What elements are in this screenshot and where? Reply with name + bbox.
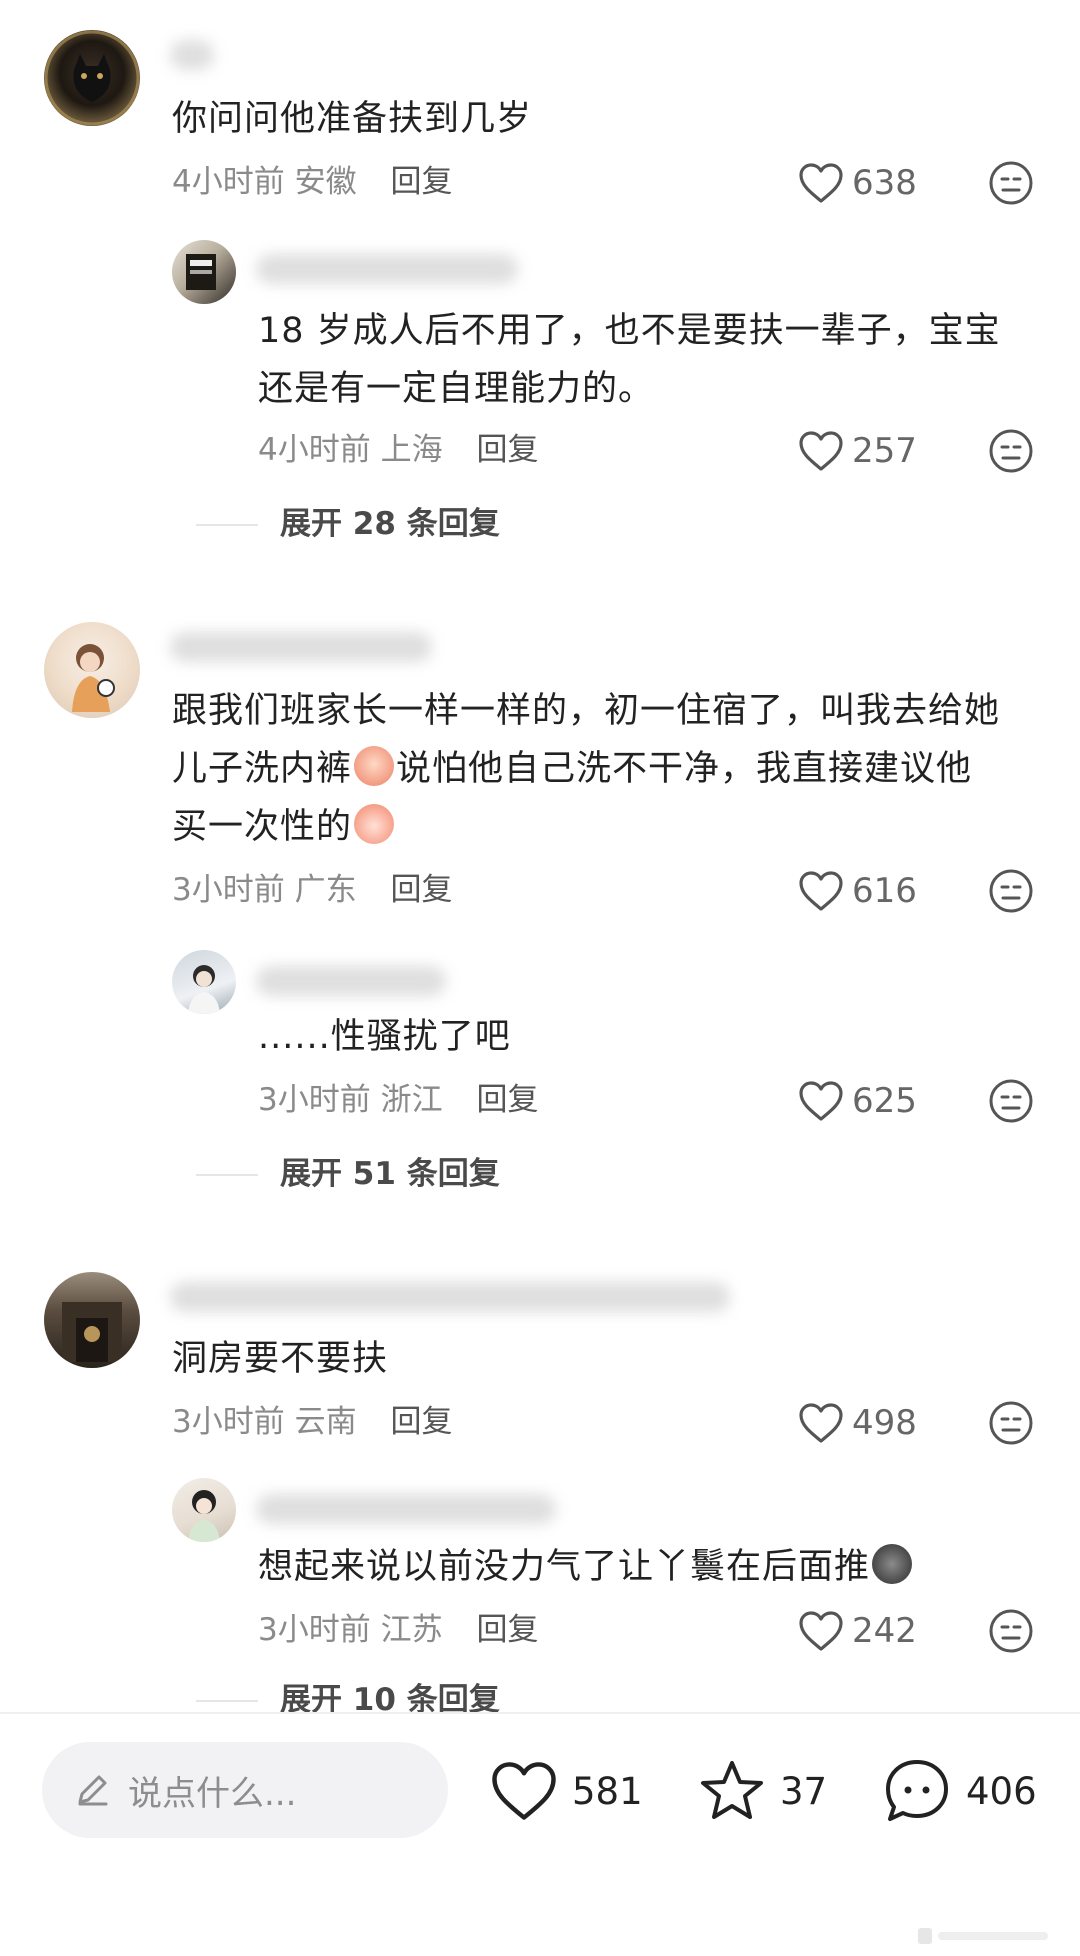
cat-face-icon [872, 1544, 913, 1584]
expand-divider [196, 524, 258, 526]
dislike-face-icon[interactable] [988, 1400, 1034, 1446]
avatar[interactable] [172, 240, 236, 304]
dislike-face-icon[interactable] [988, 428, 1034, 474]
reply-meta: 4小时前 上海 回复 [258, 430, 538, 470]
dislike-face-icon[interactable] [988, 1078, 1034, 1124]
like-count: 257 [852, 431, 917, 471]
reply-text: ......性骚扰了吧 [258, 1017, 511, 1057]
reply-location: 江苏 [380, 1612, 443, 1648]
comment-time: 3小时前 [172, 872, 285, 908]
reply-button[interactable]: 回复 [390, 164, 452, 200]
reply-time: 3小时前 [258, 1082, 371, 1118]
comment-count: 406 [966, 1769, 1037, 1813]
dislike-face-icon[interactable] [988, 868, 1034, 914]
avatar[interactable] [44, 622, 140, 718]
reply-button[interactable]: 回复 [476, 1082, 538, 1118]
reply-text-line-1: 18 岁成人后不用了，也不是要扶一辈子，宝宝 [258, 311, 1001, 351]
reply-button[interactable]: 回复 [476, 432, 538, 468]
comment-meta: 3小时前 广东 回复 [172, 870, 452, 910]
chat-bubble-icon [886, 1760, 948, 1821]
comment-text: 你问问他准备扶到几岁 [172, 99, 533, 139]
heart-icon [799, 163, 843, 203]
like-count: 638 [852, 163, 917, 203]
expand-replies-button[interactable]: 展开 28 条回复 [280, 504, 500, 544]
like-button[interactable]: 638 [798, 158, 917, 208]
username-blurred[interactable] [256, 1494, 556, 1524]
comment-text-line-1: 跟我们班家长一样一样的，初一住宿了，叫我去给她 [172, 691, 1001, 731]
avatar[interactable] [44, 30, 140, 126]
like-button[interactable]: 242 [798, 1606, 917, 1656]
like-count: 616 [852, 871, 917, 911]
username-blurred[interactable] [256, 966, 446, 996]
heart-icon [799, 1611, 843, 1651]
text-segment: 买一次性的 [172, 807, 353, 847]
username-blurred[interactable] [256, 254, 518, 284]
reply-button[interactable]: 回复 [476, 1612, 538, 1648]
heart-icon [799, 1081, 843, 1121]
like-button[interactable]: 616 [798, 866, 917, 916]
reply-button[interactable]: 回复 [390, 872, 452, 908]
comment-time: 3小时前 [172, 1404, 285, 1440]
like-button[interactable]: 257 [798, 426, 917, 476]
avatar[interactable] [172, 1478, 236, 1542]
heart-icon [799, 431, 843, 471]
comment-text-line-3: 买一次性的 [172, 796, 396, 858]
heart-icon [799, 1403, 843, 1443]
dislike-face-icon[interactable] [988, 160, 1034, 206]
comment-input[interactable]: 说点什么... [42, 1742, 448, 1838]
comment-meta: 4小时前 安徽 回复 [172, 162, 452, 202]
avatar[interactable] [44, 1272, 140, 1368]
comment-text: 洞房要不要扶 [172, 1339, 389, 1379]
bottom-bar: 说点什么... 581 37 406 [0, 1712, 1080, 1956]
reply-text-line-2: 还是有一定自理能力的。 [258, 369, 655, 409]
text-segment: 儿子洗内裤 [172, 749, 353, 789]
username-blurred[interactable] [170, 632, 432, 662]
favorite-count: 37 [780, 1769, 828, 1813]
comment-location: 云南 [294, 1404, 357, 1440]
reply-button[interactable]: 回复 [390, 1404, 452, 1440]
favorite-button[interactable]: 37 [698, 1756, 827, 1826]
like-button[interactable]: 625 [798, 1076, 917, 1126]
peach-face-icon [354, 804, 395, 844]
crying-face-icon [354, 746, 395, 786]
like-post-button[interactable]: 581 [490, 1756, 643, 1826]
watermark-logo [918, 1928, 1048, 1944]
comment-time: 4小时前 [172, 164, 285, 200]
expand-replies-button[interactable]: 展开 51 条回复 [280, 1154, 500, 1194]
comments-button[interactable]: 406 [882, 1756, 1037, 1826]
reply-meta: 3小时前 江苏 回复 [258, 1610, 538, 1650]
expand-divider [196, 1700, 258, 1702]
username-blurred[interactable] [170, 40, 214, 70]
comment-text-line-2: 儿子洗内裤 说怕他自己洗不干净，我直接建议他 [172, 738, 972, 800]
text-segment: 说怕他自己洗不干净，我直接建议他 [396, 749, 973, 789]
pencil-icon [78, 1775, 108, 1806]
username-blurred[interactable] [170, 1282, 730, 1312]
reply-time: 4小时前 [258, 432, 371, 468]
like-count: 625 [852, 1081, 917, 1121]
comment-meta: 3小时前 云南 回复 [172, 1402, 452, 1442]
like-button[interactable]: 498 [798, 1398, 917, 1448]
text-segment: 想起来说以前没力气了让丫鬟在后面推 [258, 1547, 871, 1587]
like-count: 498 [852, 1403, 917, 1443]
star-icon [701, 1761, 763, 1819]
heart-icon [492, 1762, 556, 1820]
reply-location: 上海 [380, 432, 443, 468]
comment-input-placeholder: 说点什么... [128, 1773, 297, 1814]
expand-divider [196, 1174, 258, 1176]
comment-location: 广东 [294, 872, 357, 908]
reply-text: 想起来说以前没力气了让丫鬟在后面推 [258, 1536, 914, 1598]
dislike-face-icon[interactable] [988, 1608, 1034, 1654]
like-count: 242 [852, 1611, 917, 1651]
comment-location: 安徽 [294, 164, 357, 200]
reply-time: 3小时前 [258, 1612, 371, 1648]
reply-location: 浙江 [380, 1082, 443, 1118]
heart-icon [799, 871, 843, 911]
avatar[interactable] [172, 950, 236, 1014]
reply-meta: 3小时前 浙江 回复 [258, 1080, 538, 1120]
post-like-count: 581 [572, 1769, 643, 1813]
